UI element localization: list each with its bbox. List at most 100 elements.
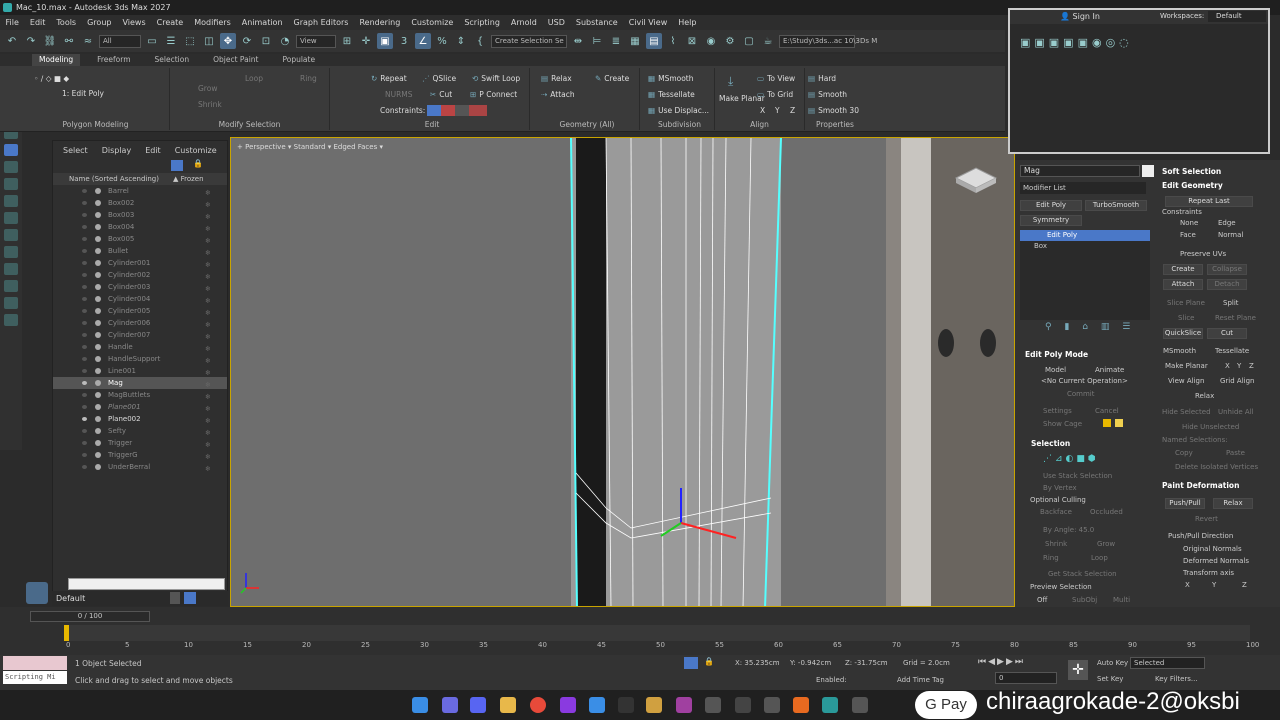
hide-unselected-button[interactable]: Hide Unselected [1182,423,1239,431]
filter-icon[interactable] [171,160,183,171]
planar-x-button[interactable]: X [1225,362,1230,370]
scene-item[interactable]: Cylinder002 ❄ [53,269,227,281]
scene-item[interactable]: Box002 ❄ [53,197,227,209]
menu-create[interactable]: Create [151,18,189,27]
split-checkbox[interactable]: Split [1223,299,1239,307]
ring-button[interactable]: Ring [300,74,317,83]
make-planar-button[interactable]: Make Planar [1165,362,1208,370]
element-icon[interactable] [4,195,18,207]
menu-views[interactable]: Views [117,18,151,27]
grow-button[interactable]: Grow [198,84,217,93]
select-object-icon[interactable]: ▭ [144,33,160,49]
material-editor-icon[interactable]: ◉ [703,33,719,49]
ring-button[interactable]: Ring [1043,554,1059,562]
align-x-button[interactable]: X [760,106,765,115]
deformed-normals-radio[interactable]: Deformed Normals [1183,557,1249,565]
axis-z-radio[interactable]: Z [1242,581,1247,589]
preserve-uvs-checkbox[interactable]: Preserve UVs [1180,250,1226,258]
repeat-last-button[interactable]: Repeat Last [1165,196,1253,207]
chrome-icon[interactable] [530,697,546,713]
modify-selection-title[interactable]: Modify Selection [170,120,329,129]
project-path[interactable]: E:\Study\3ds...ac 10\3Ds M [779,34,877,48]
backface-button[interactable]: Backface [1040,508,1072,516]
render-setup-icon[interactable]: ⚙ [722,33,738,49]
visibility-eye-icon[interactable] [82,297,87,301]
isolate-selection-icon[interactable] [684,657,698,669]
layer-stack-icon[interactable] [170,592,180,604]
scene-item[interactable]: Handle ❄ [53,341,227,353]
visibility-eye-icon[interactable] [82,465,87,469]
coord-y[interactable]: Y: -0.942cm [790,659,831,667]
freeze-icon[interactable]: ❄ [205,463,211,475]
tab-freeform[interactable]: Freeform [90,54,137,66]
cage-color-1[interactable] [1103,419,1111,427]
stack-item-edit-poly[interactable]: Edit Poly [1020,230,1150,241]
transform-axis-radio[interactable]: Transform axis [1183,569,1234,577]
edit-poly-modifier-button[interactable]: Edit Poly [1020,200,1082,211]
visibility-eye-icon[interactable] [82,189,87,193]
qslice-button[interactable]: ⋰ QSlice [422,74,456,83]
viewport-shading-menu[interactable]: Standard [294,143,326,151]
repeat-button[interactable]: ↻ Repeat [371,74,407,83]
visibility-eye-icon[interactable] [82,309,87,313]
by-vertex[interactable]: By Vertex [1043,484,1077,492]
cross-move-icon[interactable]: ✛ [358,33,374,49]
scene-explorer-icon[interactable]: ▦ [627,33,643,49]
scene-item[interactable]: Sefty ❄ [53,425,227,437]
scene-item[interactable]: Cylinder004 ❄ [53,293,227,305]
viewport-view-menu[interactable]: Perspective [245,143,286,151]
soft-selection-title[interactable]: Soft Selection [1162,167,1221,176]
turbosmooth-modifier-button[interactable]: TurboSmooth [1085,200,1147,211]
visibility-eye-icon[interactable] [82,225,87,229]
commit-button[interactable]: Commit [1067,390,1095,398]
scene-item[interactable]: Cylinder001 ❄ [53,257,227,269]
app-icon-b[interactable] [764,697,780,713]
tool-a-icon[interactable] [4,229,18,241]
sign-in-button[interactable]: 👤 Sign In [1060,12,1100,21]
vscode-icon[interactable] [589,697,605,713]
sx-tab-select[interactable]: Select [63,146,88,155]
playback-controls[interactable]: ⏮◀▶▶⏭ [978,657,1025,667]
create-button[interactable]: ✎ Create [595,74,629,83]
visibility-eye-icon[interactable] [82,261,87,265]
add-time-tag[interactable]: Add Time Tag [897,676,944,684]
tab-object-paint[interactable]: Object Paint [206,54,265,66]
subdivision-title[interactable]: Subdivision [645,120,714,129]
scene-item[interactable]: MagButtlets ❄ [53,389,227,401]
current-frame-marker[interactable] [64,625,69,641]
create-button[interactable]: Create [1163,264,1203,275]
stack-tools-icons[interactable]: ⚲ ▮ ⌂ ▥ ☰ [1045,322,1155,336]
angle-snap-icon[interactable]: ∠ [415,33,431,49]
render-frame-icon[interactable]: ▢ [741,33,757,49]
scene-item[interactable]: Plane002 ❄ [53,413,227,425]
blender-icon[interactable] [793,697,809,713]
axis-x-radio[interactable]: X [1185,581,1190,589]
align-icon[interactable]: ⊨ [589,33,605,49]
select-rotate-icon[interactable]: ⟳ [239,33,255,49]
msmooth-button[interactable]: MSmooth [1163,347,1196,355]
attach-button[interactable]: Attach [1163,279,1203,290]
notes-icon[interactable] [646,697,662,713]
preview-multi-radio[interactable]: Multi [1113,596,1130,604]
visibility-eye-icon[interactable] [82,357,87,361]
vertex-mode-icon[interactable]: ◦ ∕ ◇ ■ ◆ [34,74,69,83]
scene-item[interactable]: HandleSupport ❄ [53,353,227,365]
key-filters-button[interactable]: Key Filters... [1155,675,1198,683]
align-title[interactable]: Align [715,120,804,129]
viewport-menu-plus[interactable]: + [237,143,245,151]
procedural-icon[interactable] [4,178,18,190]
menu-help[interactable]: Help [673,18,702,27]
visibility-eye-icon[interactable] [82,429,87,433]
ref-coord-dropdown[interactable]: View [296,34,336,48]
stack-item-box[interactable]: Box [1020,241,1150,252]
visibility-eye-icon[interactable] [82,441,87,445]
tool-f-icon[interactable] [4,314,18,326]
menu-modifiers[interactable]: Modifiers [189,18,237,27]
layer-explorer-icon[interactable]: ≣ [608,33,624,49]
menu-usd[interactable]: USD [542,18,570,27]
selection-filter-dropdown[interactable]: All [99,34,141,48]
sx-tab-display[interactable]: Display [102,146,132,155]
paint-deformation-title[interactable]: Paint Deformation [1162,481,1239,490]
pivot-center-icon[interactable]: ⊞ [339,33,355,49]
redo-icon[interactable]: ↷ [23,33,39,49]
